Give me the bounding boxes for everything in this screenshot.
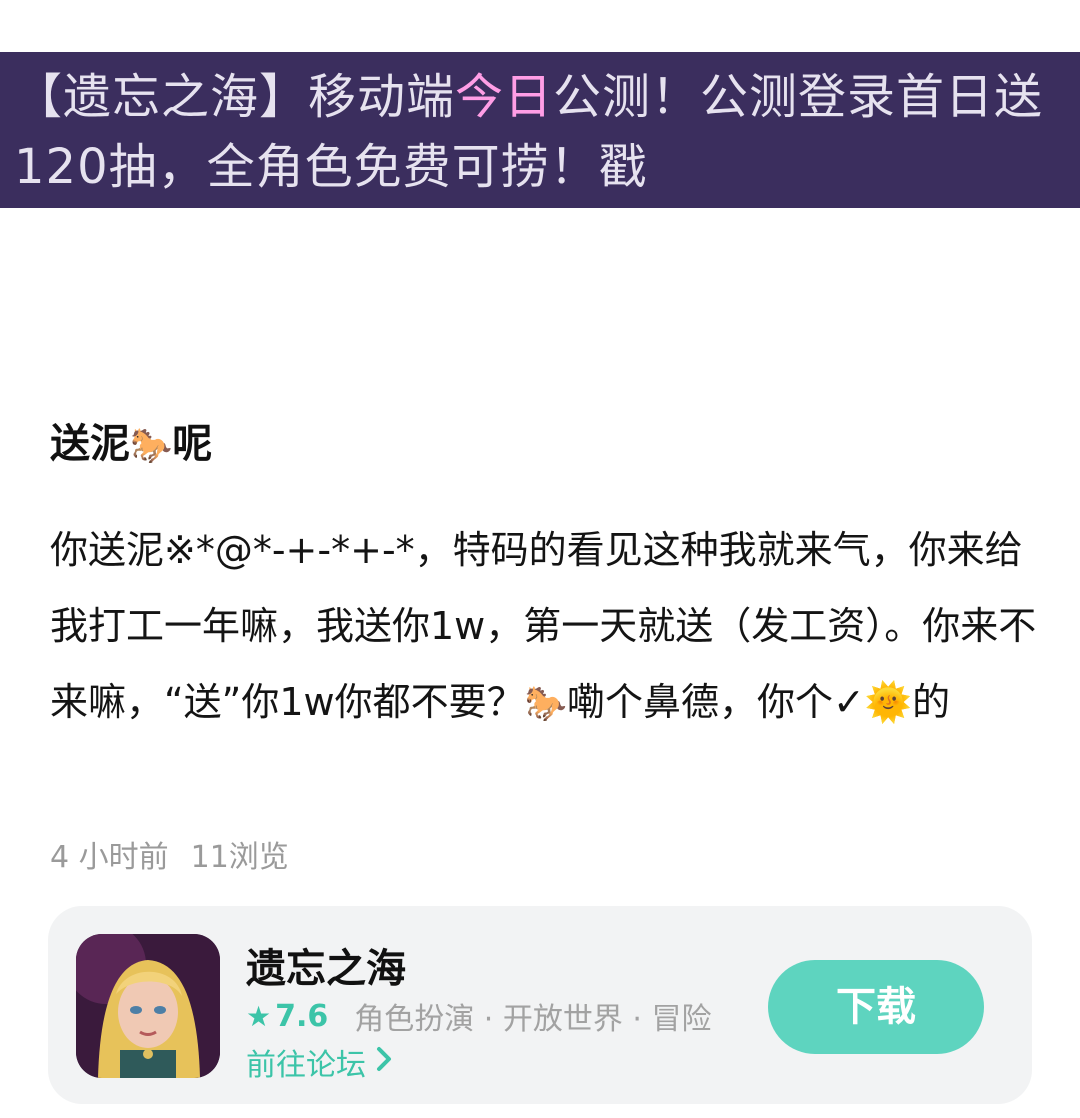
app-tags: 角色扮演 · 开放世界 · 冒险 bbox=[354, 1002, 712, 1037]
view-count: 11浏览 bbox=[190, 840, 289, 875]
app-info-row: ★ 7.6 角色扮演 · 开放世界 · 冒险 bbox=[246, 994, 711, 1038]
download-button[interactable]: 下载 bbox=[768, 960, 984, 1054]
title-text-post: 呢 bbox=[172, 421, 213, 467]
forum-link[interactable]: 前往论坛 bbox=[246, 1040, 392, 1084]
post-body: 你送泥※*@*-+-*+-*，特码的看见这种我就来气，你来给我打工一年嘛，我送你… bbox=[50, 512, 1050, 742]
post-time: 4 小时前 bbox=[50, 840, 169, 875]
horse-emoji-icon: 🐎 bbox=[524, 684, 567, 724]
body-text-part3: 的 bbox=[912, 680, 951, 724]
banner-text-part1: 【遗忘之海】移动端 bbox=[14, 69, 456, 125]
post-title: 送泥🐎呢 bbox=[50, 412, 212, 478]
body-text-part2: 嘞个鼻德，你个✓ bbox=[566, 680, 865, 724]
ad-banner[interactable]: 【遗忘之海】移动端今日公测！公测登录首日送120抽，全角色免费可捞！戳 bbox=[0, 52, 1080, 208]
horse-emoji-icon: 🐎 bbox=[130, 426, 173, 466]
post-meta: 4 小时前 11浏览 bbox=[50, 832, 311, 876]
sun-emoji-icon: 🌞 bbox=[864, 680, 913, 724]
star-icon: ★ bbox=[246, 999, 272, 1033]
rating-value: 7.6 bbox=[275, 998, 329, 1034]
title-text-pre: 送泥 bbox=[50, 421, 130, 467]
app-card[interactable]: 遗忘之海 ★ 7.6 角色扮演 · 开放世界 · 冒险 前往论坛 下载 bbox=[48, 906, 1032, 1104]
forum-link-label: 前往论坛 bbox=[246, 1048, 366, 1083]
chevron-right-icon bbox=[376, 1045, 392, 1080]
app-rating: ★ 7.6 bbox=[246, 999, 328, 1034]
banner-highlight: 今日 bbox=[455, 69, 554, 125]
app-icon[interactable] bbox=[76, 934, 220, 1078]
app-name[interactable]: 遗忘之海 bbox=[246, 936, 406, 994]
